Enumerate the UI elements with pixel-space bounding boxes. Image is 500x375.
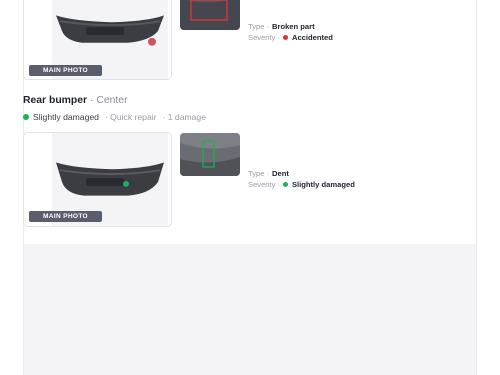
- repair-type: · Quick repair: [104, 112, 157, 122]
- part-name: Rear bumper: [23, 95, 88, 106]
- severity-label: Severity: [248, 180, 276, 189]
- type-label: Type: [248, 169, 265, 178]
- part-location: Center: [96, 95, 128, 106]
- severity-value: Slightly damaged: [291, 180, 355, 189]
- status-text: Slightly damaged: [33, 112, 99, 122]
- damage-type-row: Type · Broken part: [248, 22, 315, 31]
- status-green-dot-icon: [23, 114, 29, 120]
- damage-count: · 1 damage: [162, 112, 206, 122]
- severity-red-dot-icon: [282, 35, 288, 40]
- type-value: Broken part: [272, 22, 315, 31]
- type-value: Dent: [272, 169, 289, 178]
- damage-severity-row: Severity · Slightly damaged: [248, 180, 355, 189]
- severity-value: Accidented: [291, 33, 333, 42]
- damage-closeup-thumbnail[interactable]: [180, 0, 240, 30]
- severity-green-dot-icon: [282, 182, 288, 187]
- main-photo-card[interactable]: MAIN PHOTO: [23, 132, 172, 227]
- footer-area: [24, 244, 476, 375]
- damage-type-row: Type · Dent: [248, 169, 289, 178]
- main-photo-badge: MAIN PHOTO: [29, 65, 102, 76]
- heading-separator: ·: [90, 95, 94, 106]
- main-photo-card[interactable]: MAIN PHOTO: [23, 0, 172, 80]
- type-label: Type: [248, 22, 265, 31]
- part-heading: Rear bumper · Center: [23, 95, 128, 106]
- part-status-line: Slightly damaged · Quick repair · 1 dama…: [23, 112, 212, 122]
- damage-severity-row: Severity · Accidented: [248, 33, 333, 42]
- damage-closeup-thumbnail[interactable]: [180, 133, 240, 176]
- main-photo-badge: MAIN PHOTO: [29, 211, 102, 222]
- severity-label: Severity: [248, 33, 276, 42]
